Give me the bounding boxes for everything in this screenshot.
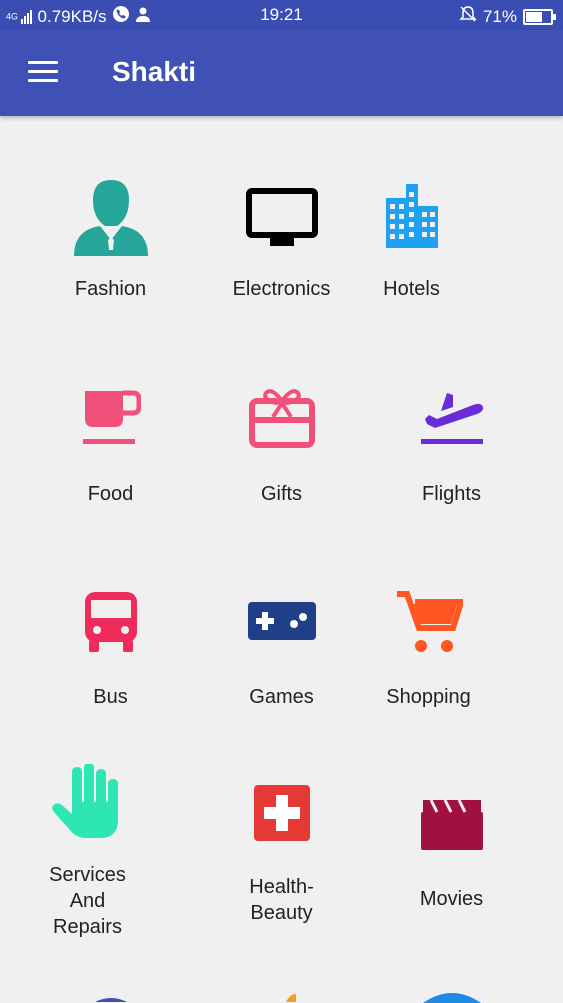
- category-label: Bus: [93, 686, 128, 708]
- battery-icon: [523, 8, 556, 25]
- category-label: Services And Repairs: [49, 864, 126, 938]
- category-hotels[interactable]: Hotels: [318, 176, 505, 316]
- category-partial-1[interactable]: [17, 988, 204, 1002]
- category-label: Hotels: [383, 278, 440, 300]
- category-shopping[interactable]: Shopping: [335, 584, 522, 724]
- category-bus[interactable]: Bus: [17, 584, 204, 724]
- gift-card-icon: [188, 387, 375, 449]
- category-gifts[interactable]: Gifts: [188, 381, 375, 521]
- category-partial-3[interactable]: [358, 988, 545, 1003]
- coffee-cup-icon: [17, 389, 204, 449]
- category-fashion[interactable]: Fashion: [17, 176, 204, 316]
- category-flights[interactable]: Flights: [358, 381, 545, 521]
- flight-takeoff-icon: [358, 389, 545, 449]
- category-label: Shopping: [386, 686, 471, 708]
- category-food[interactable]: Food: [17, 381, 204, 521]
- category-health-beauty[interactable]: Health- Beauty: [188, 764, 375, 944]
- battery-percent: 71%: [482, 6, 517, 26]
- category-label: Gifts: [260, 483, 303, 505]
- building-icon: [318, 184, 505, 248]
- app-bar: Shakti: [0, 30, 563, 116]
- status-right: 71%: [459, 5, 556, 28]
- partial-icon: [188, 992, 375, 1002]
- category-services-and-repairs[interactable]: Services And Repairs: [0, 764, 181, 944]
- muted-bell-icon: [459, 5, 477, 28]
- globe-icon: [358, 991, 545, 1003]
- category-label: Movies: [419, 888, 484, 910]
- hand-icon: [0, 764, 181, 840]
- person-icon: [17, 176, 204, 256]
- bus-icon: [17, 590, 204, 654]
- app-title: Shakti: [112, 56, 197, 87]
- medical-cross-icon: [188, 784, 375, 842]
- category-movies[interactable]: Movies: [358, 764, 545, 944]
- category-label: Flights: [422, 483, 481, 505]
- menu-icon[interactable]: [28, 60, 60, 84]
- category-partial-2[interactable]: [188, 988, 375, 1002]
- status-bar: 4G 0.79KB/s 19:21 71%: [0, 0, 563, 30]
- clapperboard-icon: [358, 798, 545, 852]
- shopping-cart-icon: [335, 590, 522, 654]
- shield-icon: [17, 992, 204, 1002]
- category-label: Fashion: [74, 278, 147, 300]
- category-label: Health- Beauty: [249, 876, 314, 924]
- category-label: Food: [87, 483, 134, 505]
